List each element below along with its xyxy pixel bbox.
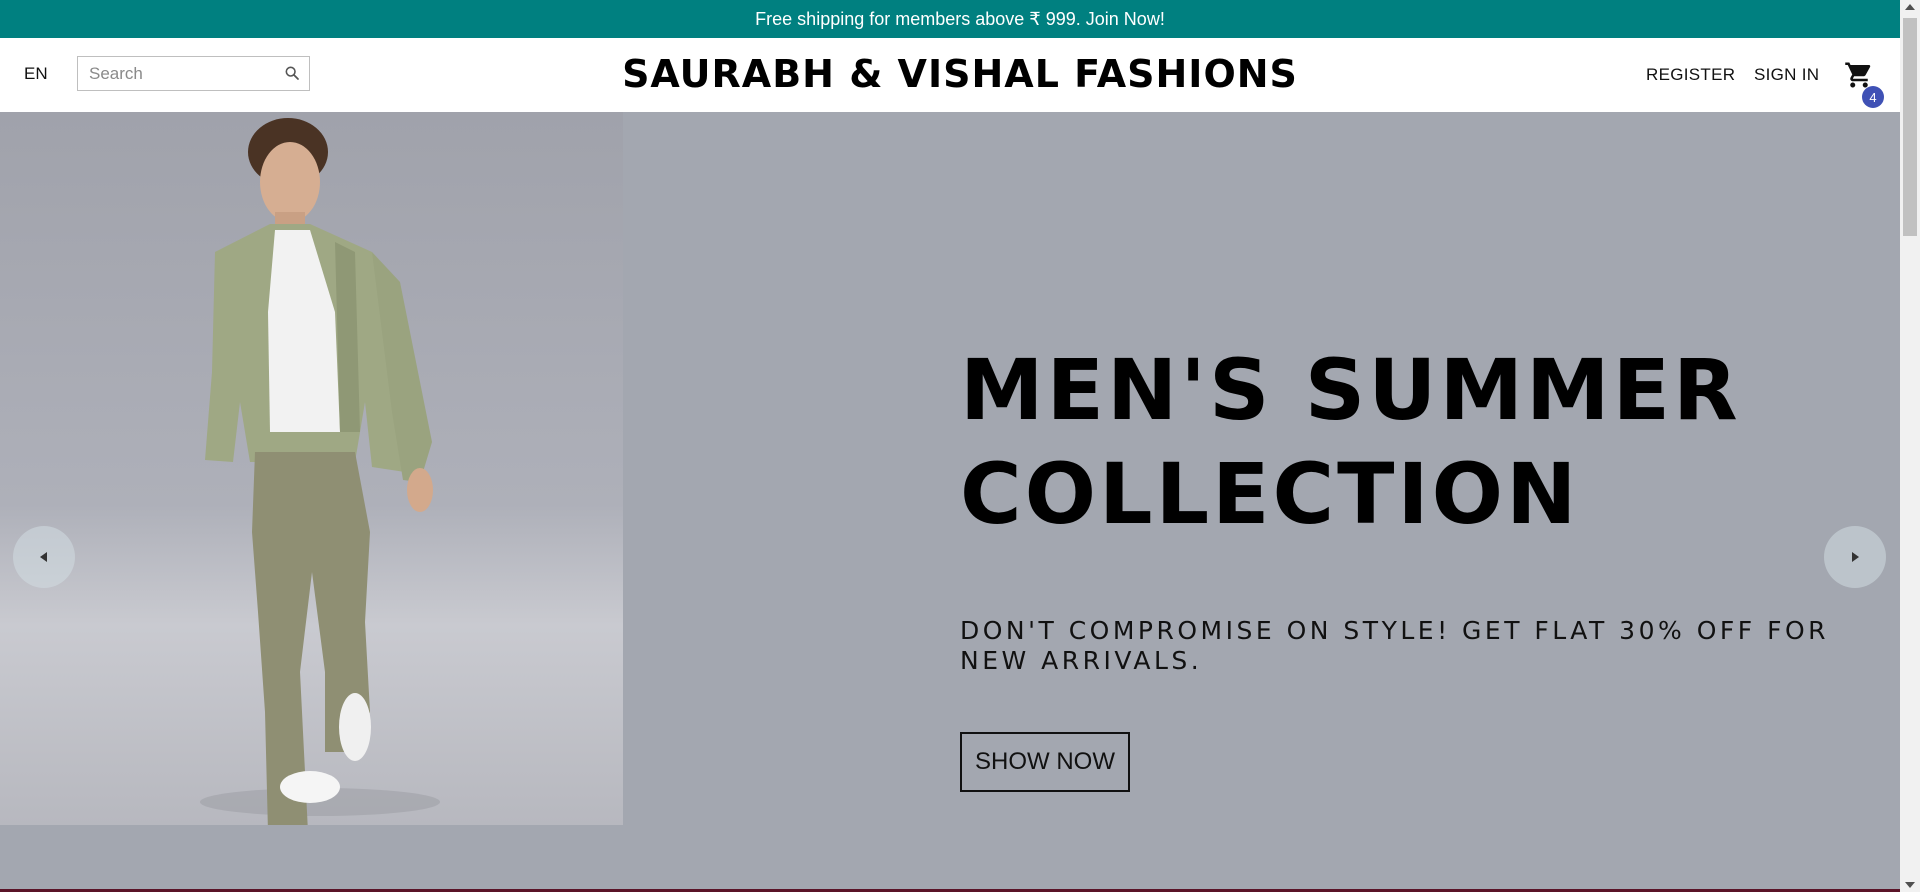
- man-model-illustration: [200, 118, 440, 832]
- page-scrollbar[interactable]: [1900, 0, 1920, 892]
- search-icon[interactable]: [284, 65, 300, 81]
- scrollbar-thumb[interactable]: [1903, 18, 1917, 236]
- hero-text-block: MEN'S SUMMER COLLECTION DON'T COMPROMISE…: [960, 338, 1860, 792]
- hero-title-line2: COLLECTION: [960, 445, 1580, 543]
- slider-next-button[interactable]: [1824, 526, 1886, 588]
- search-input[interactable]: [87, 57, 281, 90]
- register-link[interactable]: REGISTER: [1646, 65, 1735, 85]
- scroll-up-icon[interactable]: [1905, 4, 1915, 10]
- brand-logo[interactable]: SAURABH & VISHAL FASHIONS: [622, 52, 1298, 96]
- hero-slider: MEN'S SUMMER COLLECTION DON'T COMPROMISE…: [0, 112, 1900, 892]
- slider-prev-button[interactable]: [13, 526, 75, 588]
- hero-title-line1: MEN'S SUMMER: [960, 341, 1741, 439]
- sign-in-link[interactable]: SIGN IN: [1754, 65, 1819, 85]
- language-selector[interactable]: EN: [24, 64, 48, 84]
- hero-title: MEN'S SUMMER COLLECTION: [960, 338, 1860, 546]
- search-box: [77, 56, 310, 91]
- show-now-button[interactable]: SHOW NOW: [960, 732, 1130, 792]
- navbar: EN SAURABH & VISHAL FASHIONS REGISTER SI…: [0, 38, 1920, 112]
- scroll-down-icon[interactable]: [1905, 882, 1915, 888]
- arrow-right-icon: [1852, 552, 1859, 562]
- hero-description: DON'T COMPROMISE ON STYLE! GET FLAT 30% …: [960, 616, 1830, 675]
- announcement-bar[interactable]: Free shipping for members above ₹ 999. J…: [0, 0, 1920, 38]
- announcement-text[interactable]: Free shipping for members above ₹ 999. J…: [755, 9, 1165, 30]
- arrow-left-icon: [40, 552, 47, 562]
- hero-image: [0, 112, 623, 832]
- cart-count-badge: 4: [1862, 86, 1884, 108]
